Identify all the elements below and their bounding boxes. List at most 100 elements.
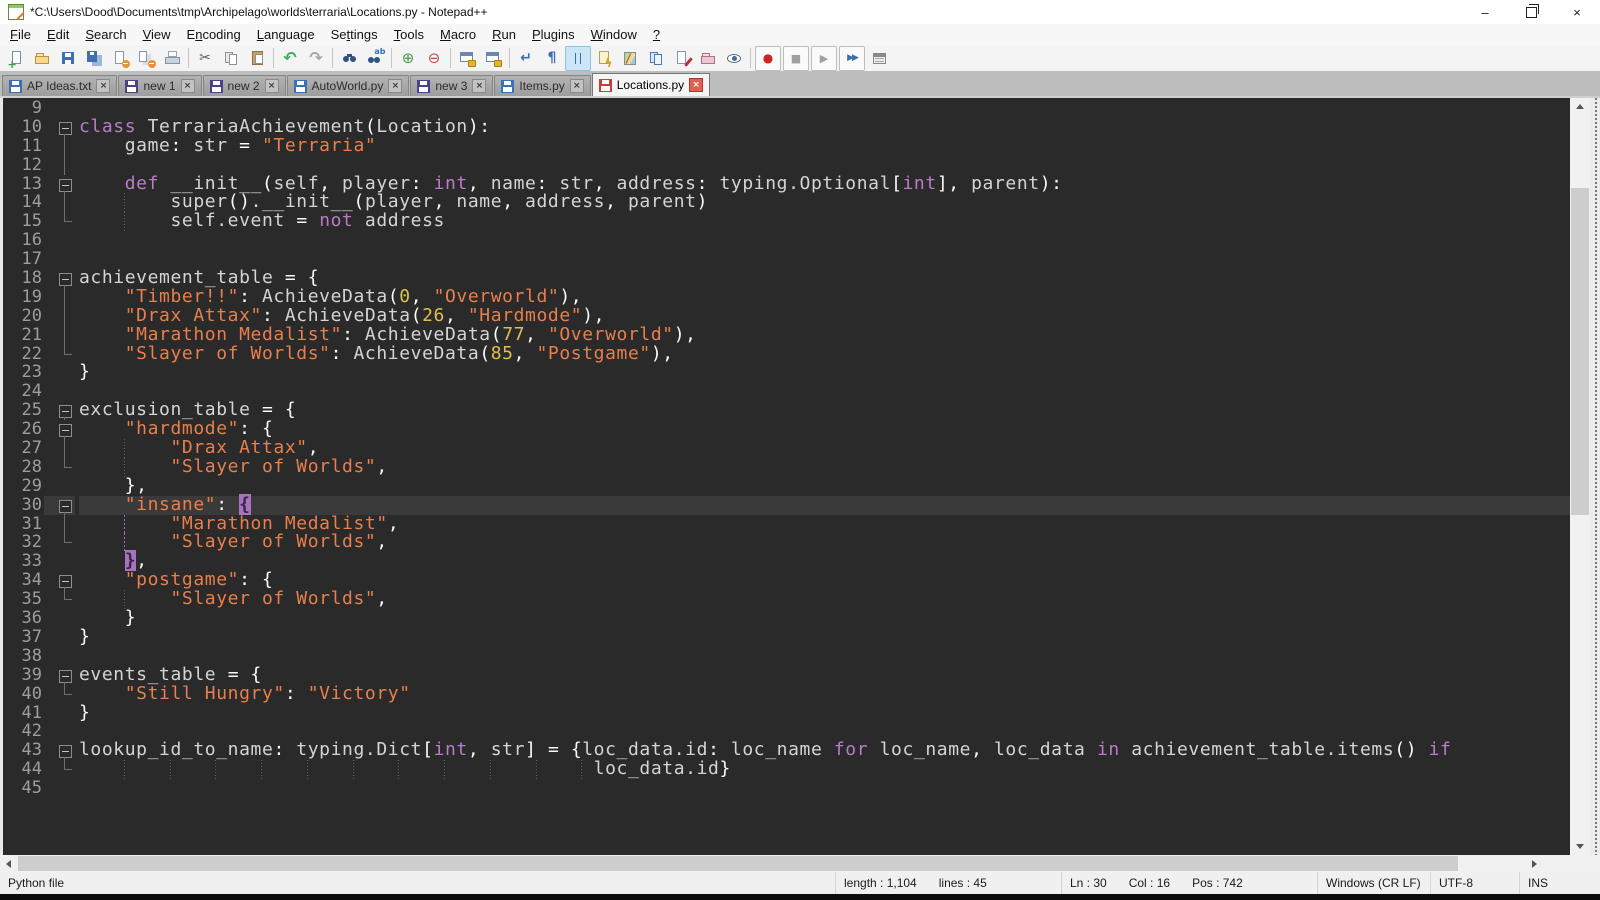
fold-toggle-icon[interactable]	[44, 571, 75, 590]
fold-toggle-icon[interactable]	[44, 175, 75, 194]
code-line[interactable]	[79, 231, 1570, 250]
menu-macro[interactable]: Macro	[432, 25, 484, 44]
fold-toggle-icon[interactable]	[44, 741, 75, 760]
code-line[interactable]: game: str = "Terraria"	[79, 137, 1570, 156]
toolbar-replace-button[interactable]	[362, 46, 388, 71]
menu-edit[interactable]: Edit	[39, 25, 77, 44]
toolbar-monitoring-button[interactable]	[669, 46, 695, 71]
menu-run[interactable]: Run	[484, 25, 524, 44]
scroll-right-arrow[interactable]	[1526, 855, 1542, 872]
toolbar-macro-run-multiple-button[interactable]: ▶▶	[839, 46, 865, 71]
tab-new-3[interactable]: new 3×	[410, 75, 493, 96]
menu-encoding[interactable]: Encoding	[179, 25, 249, 44]
restore-button[interactable]	[1508, 0, 1554, 24]
toolbar-document-map-button[interactable]	[617, 46, 643, 71]
code-line[interactable]	[79, 647, 1570, 666]
code-line[interactable]	[79, 382, 1570, 401]
menu-settings[interactable]: Settings	[323, 25, 386, 44]
toolbar-indent-guide-button[interactable]	[565, 46, 591, 71]
toolbar-close-all-button[interactable]	[133, 46, 159, 71]
scroll-down-arrow[interactable]	[1570, 838, 1590, 855]
status-eol-format[interactable]: Windows (CR LF)	[1317, 872, 1430, 894]
toolbar-sync-vertical-scrolling-button[interactable]	[454, 46, 480, 71]
code-line[interactable]	[79, 779, 1570, 798]
tab-close-icon[interactable]: ×	[689, 78, 703, 92]
fold-toggle-icon[interactable]	[44, 496, 75, 515]
code-line[interactable]: }	[79, 704, 1570, 723]
tab-close-icon[interactable]: ×	[388, 79, 402, 93]
vertical-scrollbar[interactable]	[1570, 98, 1590, 855]
tab-new-2[interactable]: new 2×	[203, 75, 286, 96]
toolbar-new-file-button[interactable]	[3, 46, 29, 71]
minimize-button[interactable]: –	[1462, 0, 1508, 24]
toolbar-folder-as-workspace-button[interactable]	[695, 46, 721, 71]
code-line[interactable]: }	[79, 609, 1570, 628]
toolbar-word-wrap-button[interactable]: ↵	[513, 46, 539, 71]
menu-view[interactable]: View	[135, 25, 179, 44]
toolbar-print-button[interactable]	[159, 46, 185, 71]
code-line[interactable]: "Slayer of Worlds",	[79, 590, 1570, 609]
code-line[interactable]: self.event = not address	[79, 212, 1570, 231]
tab-ap-ideas-txt[interactable]: AP Ideas.txt×	[2, 75, 117, 96]
status-encoding[interactable]: UTF-8	[1430, 872, 1519, 894]
menu-file[interactable]: File	[2, 25, 39, 44]
horizontal-scrollbar-thumb[interactable]	[18, 856, 1458, 871]
code-line[interactable]: }	[79, 628, 1570, 647]
toolbar-function-list-button[interactable]	[591, 46, 617, 71]
toolbar-save-all-button[interactable]	[81, 46, 107, 71]
toolbar-find-button[interactable]	[336, 46, 362, 71]
toolbar-macro-record-button[interactable]: ●	[755, 46, 781, 71]
code-line[interactable]: }	[79, 363, 1570, 382]
menu-plugins[interactable]: Plugins	[524, 25, 583, 44]
toolbar-show-all-characters-button[interactable]: ¶	[539, 46, 565, 71]
toolbar-save-button[interactable]	[55, 46, 81, 71]
toolbar-sync-horizontal-scrolling-button[interactable]	[480, 46, 506, 71]
close-button[interactable]: ×	[1554, 0, 1600, 24]
code-line[interactable]: "Slayer of Worlds": AchieveData(85, "Pos…	[79, 345, 1570, 364]
tab-close-icon[interactable]: ×	[570, 79, 584, 93]
toolbar-paste-button[interactable]	[244, 46, 270, 71]
tab-close-icon[interactable]: ×	[181, 79, 195, 93]
scroll-left-arrow[interactable]	[0, 855, 16, 872]
code-line[interactable]: },	[79, 477, 1570, 496]
fold-toggle-icon[interactable]	[44, 666, 75, 685]
menu-[interactable]: ?	[645, 25, 668, 44]
horizontal-scrollbar[interactable]	[0, 855, 1600, 872]
toolbar-copy-button[interactable]	[218, 46, 244, 71]
menu-search[interactable]: Search	[77, 25, 134, 44]
vertical-scrollbar-thumb[interactable]	[1571, 188, 1589, 515]
menu-tools[interactable]: Tools	[386, 25, 432, 44]
code-line[interactable]: exclusion_table = {	[79, 401, 1570, 420]
fold-toggle-icon[interactable]	[44, 401, 75, 420]
tab-new-1[interactable]: new 1×	[118, 75, 201, 96]
tab-locations-py[interactable]: Locations.py×	[592, 73, 710, 96]
code-line[interactable]: loc_data.id}	[79, 760, 1570, 779]
toolbar-view-file-eye-button[interactable]	[721, 46, 747, 71]
tab-close-icon[interactable]: ×	[472, 79, 486, 93]
toolbar-document-list-button[interactable]	[643, 46, 669, 71]
status-insert-mode[interactable]: INS	[1519, 872, 1600, 894]
toolbar-zoom-out-button[interactable]: ⊖	[421, 46, 447, 71]
toolbar-macro-play-button[interactable]: ▶	[811, 46, 837, 71]
toolbar-close-button[interactable]	[107, 46, 133, 71]
menu-language[interactable]: Language	[249, 25, 323, 44]
tab-close-icon[interactable]: ×	[96, 79, 110, 93]
tab-autoworld-py[interactable]: AutoWorld.py×	[287, 75, 410, 96]
fold-toggle-icon[interactable]	[44, 118, 75, 137]
code-editor[interactable]: 910class TerrariaAchievement(Location):1…	[3, 98, 1570, 855]
code-line[interactable]: },	[79, 552, 1570, 571]
toolbar-zoom-in-button[interactable]: ⊕	[395, 46, 421, 71]
tab-close-icon[interactable]: ×	[265, 79, 279, 93]
menu-window[interactable]: Window	[583, 25, 645, 44]
toolbar-undo-button[interactable]: ↶	[277, 46, 303, 71]
scroll-up-arrow[interactable]	[1570, 98, 1590, 115]
code-line[interactable]: "Slayer of Worlds",	[79, 458, 1570, 477]
toolbar-macro-stop-button[interactable]: ■	[783, 46, 809, 71]
fold-toggle-icon[interactable]	[44, 420, 75, 439]
tab-items-py[interactable]: Items.py×	[494, 75, 590, 96]
toolbar-cut-button[interactable]: ✂	[192, 46, 218, 71]
toolbar-open-file-button[interactable]	[29, 46, 55, 71]
toolbar-redo-button[interactable]: ↷	[303, 46, 329, 71]
toolbar-macro-save-button[interactable]	[866, 46, 892, 71]
code-line[interactable]: "Still Hungry": "Victory"	[79, 685, 1570, 704]
